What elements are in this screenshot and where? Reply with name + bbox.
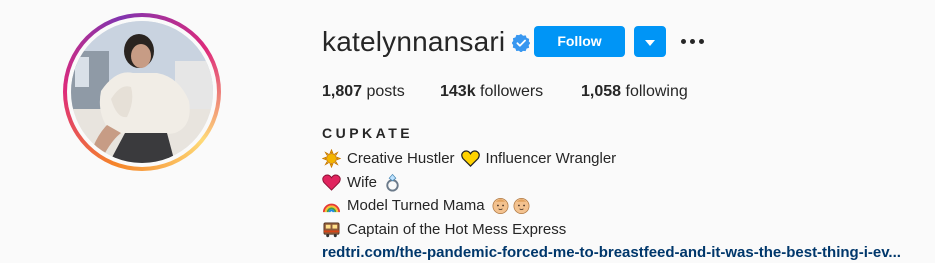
posts-count: 1,807 posts [322, 82, 405, 102]
suggested-accounts-button[interactable] [634, 26, 666, 57]
profile-title-row: katelynnansari [322, 26, 531, 58]
avatar [71, 21, 213, 163]
posts-label: posts [366, 83, 405, 100]
profile-bio: CUPKATE Creative Hustler Influencer Wran… [322, 124, 935, 263]
avatar-story-ring[interactable] [63, 13, 221, 171]
posts-value: 1,807 [322, 83, 363, 100]
bio-line: Model Turned Mama [322, 194, 935, 218]
bio-line: Captain of the Hot Mess Express [322, 218, 935, 242]
ellipsis-icon [680, 39, 686, 44]
verified-badge-icon [512, 34, 531, 52]
more-options-button[interactable] [680, 26, 704, 57]
following-label: following [625, 83, 688, 100]
bio-line: Wife [322, 171, 935, 195]
bio-text-secondary: Influencer Wrangler [485, 150, 617, 167]
bio-external-link[interactable]: redtri.com/the-pandemic-forced-me-to-bre… [322, 241, 935, 263]
train-emoji-icon [323, 222, 340, 237]
bio-text: Creative Hustler [347, 150, 455, 167]
yellow-heart-emoji-icon [460, 150, 480, 168]
followers-link[interactable]: 143k followers [440, 82, 543, 102]
bio-text: Model Turned Mama [347, 197, 485, 214]
profile-header: katelynnansari Follow 1,807 posts 143k f… [0, 0, 935, 263]
rainbow-emoji-icon [322, 203, 341, 213]
following-value: 1,058 [581, 83, 622, 100]
baby-emoji-icon [513, 198, 530, 215]
follow-button[interactable]: Follow [534, 26, 625, 57]
bio-text: Captain of the Hot Mess Express [347, 220, 567, 238]
caret-down-icon [645, 33, 655, 51]
followers-label: followers [480, 83, 544, 100]
username: katelynnansari [322, 26, 506, 57]
bio-line: Creative Hustler Influencer Wrangler [322, 147, 935, 171]
red-heart-emoji-icon [322, 174, 341, 191]
sun-emoji-icon [322, 149, 341, 169]
ring-emoji-icon [386, 173, 399, 192]
followers-value: 143k [440, 83, 476, 100]
baby-emoji-icon [492, 198, 509, 215]
profile-photo [71, 21, 213, 163]
following-link[interactable]: 1,058 following [581, 82, 688, 102]
bio-text: Wife [347, 173, 377, 191]
full-name: CUPKATE [322, 125, 414, 141]
